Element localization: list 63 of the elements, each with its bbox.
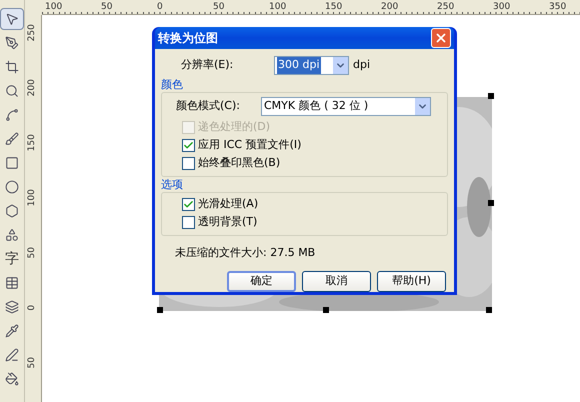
selection-handle[interactable] (323, 307, 329, 313)
group-title: 颜色 (161, 78, 184, 92)
resolution-dropdown[interactable]: 300 dpi (274, 56, 349, 75)
pen-icon (5, 348, 19, 362)
tool-button[interactable] (0, 8, 24, 30)
dialog-button[interactable]: 取消 (302, 271, 371, 292)
checkbox[interactable] (182, 139, 195, 152)
eyedropper-icon (5, 324, 19, 338)
checkbox[interactable] (182, 216, 195, 229)
pen-nib-icon (5, 36, 19, 50)
checkbox[interactable] (182, 198, 195, 211)
ruler-label: 150 (26, 134, 38, 152)
ruler-label: 0 (157, 1, 164, 14)
ruler-label: 100 (45, 1, 64, 14)
color-mode-dropdown[interactable]: CMYK 颜色 ( 32 位 ) (261, 97, 431, 116)
rectangle-icon (5, 156, 19, 170)
check-icon (183, 199, 194, 210)
ruler-label: 200 (381, 1, 400, 14)
ruler-label: 300 (493, 1, 512, 14)
selection-handle[interactable] (486, 307, 492, 313)
ruler-label: 50 (26, 247, 38, 258)
paint-bucket-icon (5, 372, 19, 386)
checkbox-option[interactable]: 透明背景(T) (182, 214, 433, 232)
ruler-label: 350 (549, 1, 568, 14)
file-size-text: 未压缩的文件大小: 27.5 MB (174, 244, 316, 260)
checkbox-option[interactable]: 光滑处理(A) (182, 196, 433, 214)
ruler-label: 100 (26, 189, 38, 206)
selection-handle[interactable] (488, 93, 494, 99)
brush-icon (5, 132, 19, 146)
group-title: 选项 (161, 178, 184, 192)
unit-label: dpi (353, 57, 370, 74)
text-tool[interactable]: 字 (0, 248, 24, 270)
pointer-icon (5, 12, 19, 26)
dialog-button[interactable]: 帮助(H) (377, 271, 446, 292)
dialog-title: 转换为位图 (158, 30, 218, 47)
check-icon (183, 140, 194, 151)
selection-handle[interactable] (157, 307, 163, 313)
checkbox[interactable] (182, 157, 195, 170)
field-label: 颜色模式(C): (176, 98, 241, 114)
crop-icon (5, 60, 19, 74)
ruler-label: 100 (269, 1, 288, 14)
close-button[interactable] (431, 28, 451, 48)
ruler-label: 150 (325, 1, 344, 14)
table-icon (5, 276, 19, 290)
curve-icon (5, 108, 19, 122)
ruler-label: 0 (26, 304, 38, 311)
selection-handle[interactable] (488, 200, 494, 206)
shapes-icon (5, 228, 19, 242)
ruler-label: 50 (26, 357, 38, 368)
ruler-label: 50 (213, 1, 226, 14)
ruler-label: 200 (26, 79, 38, 96)
ruler-label: 250 (437, 1, 456, 14)
dialog-button[interactable]: 确定 (227, 271, 296, 292)
polygon-icon (5, 204, 19, 218)
ruler-label: 250 (26, 24, 38, 42)
ruler-label: 50 (101, 1, 114, 14)
field-label: 分辨率(E): (181, 57, 234, 74)
search-icon (5, 84, 19, 98)
checkbox-option[interactable]: 应用 ICC 预置文件(I) (182, 136, 433, 154)
layers-icon (5, 300, 19, 314)
close-icon (434, 30, 448, 45)
checkbox-option[interactable]: 始终叠印黑色(B) (182, 154, 433, 172)
ellipse-icon (5, 180, 19, 194)
